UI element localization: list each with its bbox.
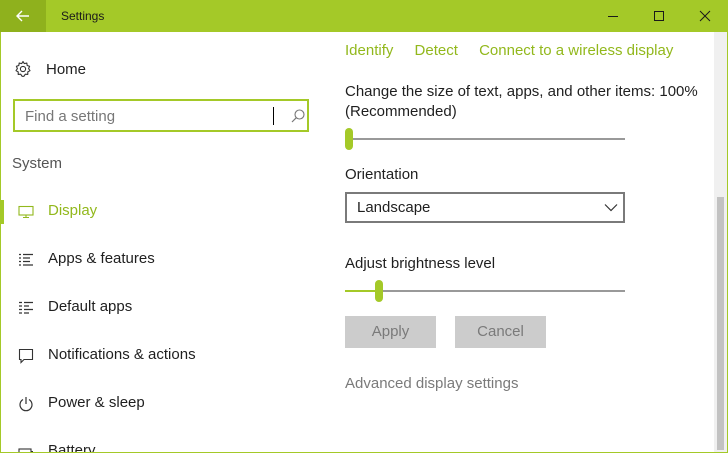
- monitor-icon: [18, 205, 34, 219]
- detect-link[interactable]: Detect: [415, 42, 458, 59]
- sidebar-item-label: Apps & features: [48, 250, 155, 267]
- search-icon[interactable]: [290, 108, 306, 124]
- identify-link[interactable]: Identify: [345, 42, 393, 59]
- default-apps-icon: [19, 301, 33, 314]
- minimize-icon: [608, 16, 618, 17]
- orientation-label: Orientation: [345, 166, 419, 183]
- advanced-display-settings-link[interactable]: Advanced display settings: [345, 375, 518, 392]
- search-input[interactable]: [25, 106, 275, 126]
- scale-slider-thumb[interactable]: [345, 128, 353, 150]
- power-icon: [19, 397, 33, 412]
- sidebar-item-label: Display: [48, 202, 98, 219]
- maximize-icon: [654, 11, 664, 21]
- brightness-slider-thumb[interactable]: [374, 280, 383, 302]
- sidebar-item-label: Default apps: [48, 298, 133, 315]
- sidebar-item-notifications[interactable]: Notifications & actions: [0, 336, 320, 376]
- notifications-icon: [18, 348, 34, 364]
- sidebar-item-label: Power & sleep: [48, 394, 145, 411]
- brightness-slider-track[interactable]: [345, 290, 625, 292]
- sidebar-item-power-sleep[interactable]: Power & sleep: [0, 384, 320, 424]
- sidebar-item-display[interactable]: Display: [0, 192, 320, 232]
- home-nav-item[interactable]: Home: [14, 55, 86, 83]
- sidebar-item-default-apps[interactable]: Default apps: [0, 288, 320, 328]
- orientation-value: Landscape: [357, 199, 431, 216]
- apply-button[interactable]: Apply: [345, 316, 436, 348]
- active-indicator: [0, 200, 4, 224]
- back-arrow-icon: [16, 10, 29, 22]
- connect-wireless-display-link[interactable]: Connect to a wireless display: [479, 42, 673, 59]
- list-icon: [19, 253, 33, 266]
- sidebar-item-battery[interactable]: Battery: [0, 432, 320, 453]
- cancel-button[interactable]: Cancel: [455, 316, 546, 348]
- home-label: Home: [46, 60, 87, 78]
- search-box[interactable]: [13, 99, 309, 132]
- scale-label: Change the size of text, apps, and other…: [345, 83, 698, 120]
- sidebar-item-label: Notifications & actions: [48, 346, 196, 363]
- close-button[interactable]: [682, 0, 728, 32]
- window-title: Settings: [61, 9, 105, 23]
- sidebar-item-apps-features[interactable]: Apps & features: [0, 240, 320, 280]
- scale-slider-track[interactable]: [345, 138, 625, 140]
- battery-icon: [18, 448, 33, 453]
- brightness-label: Adjust brightness level: [345, 255, 496, 272]
- gear-icon: [15, 60, 31, 77]
- scrollbar-thumb[interactable]: [717, 197, 724, 450]
- sidebar-item-label: Battery: [48, 442, 96, 453]
- minimize-button[interactable]: [590, 0, 636, 32]
- maximize-button[interactable]: [636, 0, 682, 32]
- display-links: Identify Detect Connect to a wireless di…: [345, 42, 690, 59]
- brightness-slider-fill: [345, 290, 377, 292]
- title-bar: Settings: [0, 0, 728, 32]
- back-button[interactable]: [0, 0, 46, 32]
- section-heading: System: [12, 155, 63, 172]
- text-caret: [273, 107, 274, 125]
- close-icon: [699, 10, 711, 22]
- orientation-dropdown[interactable]: Landscape: [345, 192, 625, 223]
- chevron-down-icon: [604, 204, 618, 212]
